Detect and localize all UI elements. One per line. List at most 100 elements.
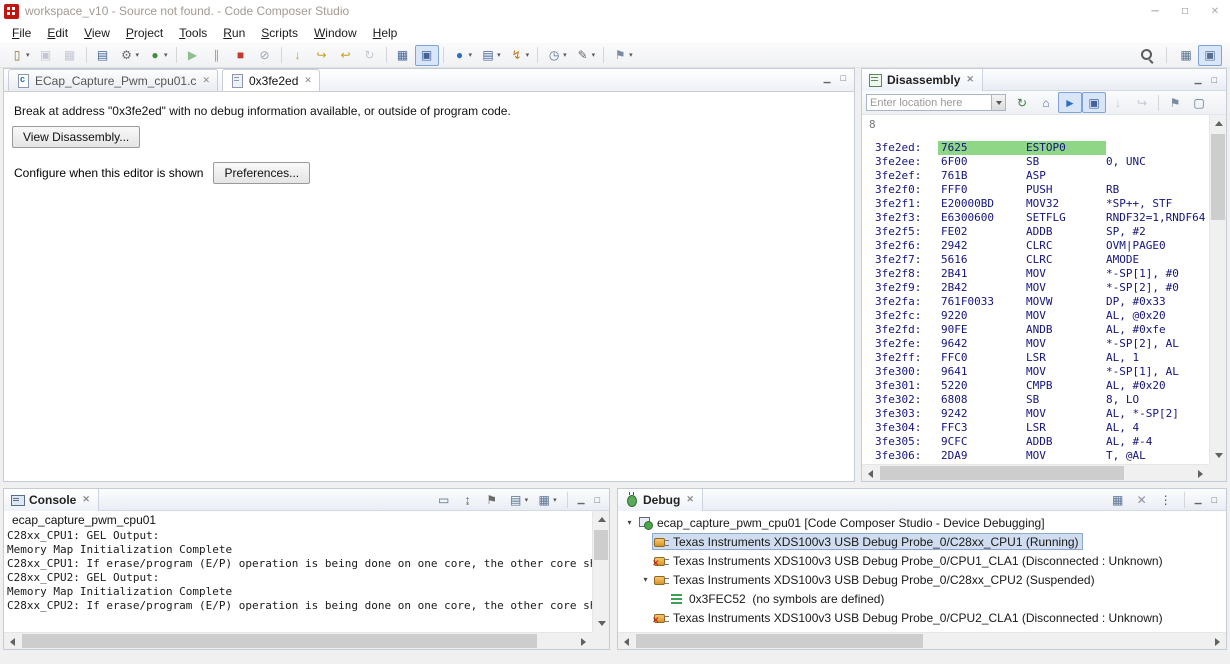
scroll-lock-icon[interactable]: ↨	[456, 489, 480, 510]
flash-icon[interactable]: ↯▾	[505, 45, 534, 66]
target-console-icon[interactable]: ▤	[91, 45, 115, 66]
scroll-right-icon[interactable]	[1192, 465, 1209, 482]
display-selected-console-icon[interactable]: ▤▾	[504, 489, 533, 510]
debug-tree-row[interactable]: ▾ecap_capture_pwm_cpu01 [Code Composer S…	[618, 513, 1226, 532]
resume-icon[interactable]: ▶	[181, 45, 205, 66]
disconnect-icon[interactable]: ⊘	[253, 45, 277, 66]
memory-icon[interactable]: ▤▾	[476, 45, 505, 66]
disassembly-row[interactable]: 3fe2f3:E6300600SETFLGRNDF32=1,RNDF64	[862, 211, 1209, 225]
scrollbar-thumb[interactable]	[1211, 134, 1225, 220]
maximize-view-icon[interactable]: □	[1208, 495, 1221, 505]
asm-step-into-icon[interactable]: ↓	[1106, 92, 1130, 113]
home-icon[interactable]: ⌂	[1034, 92, 1058, 113]
maximize-view-icon[interactable]: □	[591, 495, 604, 505]
track-pc-icon[interactable]: ►	[1058, 92, 1082, 113]
console-vertical-scrollbar[interactable]	[592, 511, 609, 632]
scroll-up-icon[interactable]	[1210, 115, 1227, 132]
maximize-window-icon[interactable]: □	[1170, 0, 1200, 22]
asm-step-over-icon[interactable]: ↪	[1130, 92, 1154, 113]
open-new-view-icon[interactable]: ▢	[1187, 92, 1211, 113]
disassembly-row[interactable]: 3fe303:9242MOVAL, *-SP[2]	[862, 407, 1209, 421]
save-icon[interactable]: ▣	[34, 45, 58, 66]
disassembly-row[interactable]: 3fe301:5220CMPBAL, #0x20	[862, 379, 1209, 393]
clear-console-icon[interactable]: ▭	[432, 489, 456, 510]
scroll-left-icon[interactable]	[4, 633, 21, 650]
annotate-icon[interactable]: ✎▾	[571, 45, 600, 66]
disassembly-row[interactable]: 3fe2ed:7625ESTOP0	[862, 141, 1209, 155]
view-menu-icon[interactable]: ⋮	[1154, 489, 1178, 510]
search-icon[interactable]	[1136, 45, 1159, 66]
scroll-right-icon[interactable]	[1209, 633, 1226, 650]
disassembly-row[interactable]: 3fe2ef:761BASP	[862, 169, 1209, 183]
disassembly-row[interactable]: 3fe2ff:FFC0LSRAL, 1	[862, 351, 1209, 365]
scroll-left-icon[interactable]	[618, 633, 635, 650]
disassembly-row[interactable]: 3fe2f8:2B41MOV*-SP[1], #0	[862, 267, 1209, 281]
console-debug-splitter[interactable]	[610, 488, 617, 650]
remove-all-terminated-icon[interactable]: ✕	[1130, 489, 1154, 510]
menu-item-window[interactable]: Window	[306, 24, 365, 42]
profile-clock-icon[interactable]: ◷▾	[542, 45, 571, 66]
new-icon[interactable]: ▯▾	[5, 45, 34, 66]
close-view-icon[interactable]: ✕	[82, 494, 90, 505]
minimize-view-icon[interactable]: ▁	[574, 494, 589, 505]
minimize-view-icon[interactable]: ▁	[1191, 74, 1206, 85]
menu-item-edit[interactable]: Edit	[39, 24, 76, 42]
scrollbar-track[interactable]	[21, 633, 575, 649]
debug-tree-row[interactable]: 0x3FEC52 (no symbols are defined)	[618, 589, 1226, 608]
close-window-icon[interactable]: ✕	[1200, 0, 1230, 22]
minimize-view-icon[interactable]: ▁	[824, 73, 831, 84]
console-horizontal-scrollbar[interactable]	[4, 632, 592, 649]
scrollbar-thumb[interactable]	[22, 634, 537, 648]
disassembly-row[interactable]: 3fe305:9CFCADDBAL, #-4	[862, 435, 1209, 449]
step-return-icon[interactable]: ↩	[334, 45, 358, 66]
scrollbar-track[interactable]	[593, 528, 609, 615]
refresh-icon[interactable]: ↻	[1010, 92, 1034, 113]
disassembly-row[interactable]: 3fe2f1:E20000BDMOV32*SP++, STF	[862, 197, 1209, 211]
tab-console[interactable]: Console ✕	[4, 489, 99, 511]
scrollbar-track[interactable]	[1210, 132, 1226, 447]
menu-item-project[interactable]: Project	[118, 24, 171, 42]
show-debug-layout-icon[interactable]: ▣	[415, 45, 439, 66]
scrollbar-thumb[interactable]	[594, 530, 608, 560]
disassembly-row[interactable]: 3fe2f0:FFF0PUSHRB	[862, 183, 1209, 197]
menu-item-help[interactable]: Help	[365, 24, 406, 42]
disassembly-row[interactable]: 3fe307:9A01MOVBAL, #0x1	[862, 463, 1209, 464]
close-tab-icon[interactable]: ✕	[304, 75, 312, 86]
menu-item-file[interactable]: File	[4, 24, 39, 42]
expander-icon[interactable]: ▾	[623, 518, 636, 527]
step-over-icon[interactable]: ↪	[310, 45, 334, 66]
scroll-down-icon[interactable]	[1210, 447, 1227, 464]
expander-icon[interactable]: ▾	[639, 575, 652, 584]
disassembly-row[interactable]: 3fe2f6:2942CLRCOVM|PAGE0	[862, 239, 1209, 253]
pin-console-icon[interactable]: ⚑	[480, 489, 504, 510]
restart-icon[interactable]: ↻	[358, 45, 382, 66]
close-tab-icon[interactable]: ✕	[202, 75, 210, 86]
menu-item-scripts[interactable]: Scripts	[253, 24, 306, 42]
suspend-icon[interactable]: ∥	[205, 45, 229, 66]
disassembly-horizontal-scrollbar[interactable]	[862, 464, 1209, 481]
scrollbar-track[interactable]	[635, 633, 1209, 649]
save-all-icon[interactable]: ▦	[58, 45, 82, 66]
open-console-icon[interactable]: ▦▾	[532, 489, 561, 510]
debug-horizontal-scrollbar[interactable]	[618, 632, 1226, 649]
tab-disassembly[interactable]: Disassembly ✕	[862, 69, 983, 91]
preferences-button[interactable]: Preferences...	[213, 162, 310, 184]
disassembly-row[interactable]: 3fe2ee:6F00SB0, UNC	[862, 155, 1209, 169]
tab-debug[interactable]: Debug ✕	[618, 489, 703, 511]
pin-disassembly-icon[interactable]: ⚑	[1163, 92, 1187, 113]
debug-icon[interactable]: ●▾	[143, 45, 172, 66]
open-perspective-icon[interactable]: ▦	[1174, 45, 1198, 66]
scrollbar-track[interactable]	[879, 465, 1192, 481]
step-into-icon[interactable]: ↓	[286, 45, 310, 66]
scroll-up-icon[interactable]	[593, 511, 610, 528]
disassembly-row[interactable]: 3fe2fd:90FEANDBAL, #0xfe	[862, 323, 1209, 337]
show-opcodes-icon[interactable]: ▣	[1082, 92, 1106, 113]
ccs-debug-perspective-icon[interactable]: ▣	[1198, 45, 1222, 66]
close-view-icon[interactable]: ✕	[686, 494, 694, 505]
breakpoints-icon[interactable]: ●▾	[448, 45, 477, 66]
maximize-view-icon[interactable]: □	[1208, 75, 1221, 85]
minimize-view-icon[interactable]: ▁	[1191, 494, 1206, 505]
debug-tree-row[interactable]: ▾Texas Instruments XDS100v3 USB Debug Pr…	[618, 570, 1226, 589]
tab-0x3fe2ed[interactable]: 0x3fe2ed ✕	[222, 69, 320, 91]
location-input[interactable]	[866, 94, 992, 111]
